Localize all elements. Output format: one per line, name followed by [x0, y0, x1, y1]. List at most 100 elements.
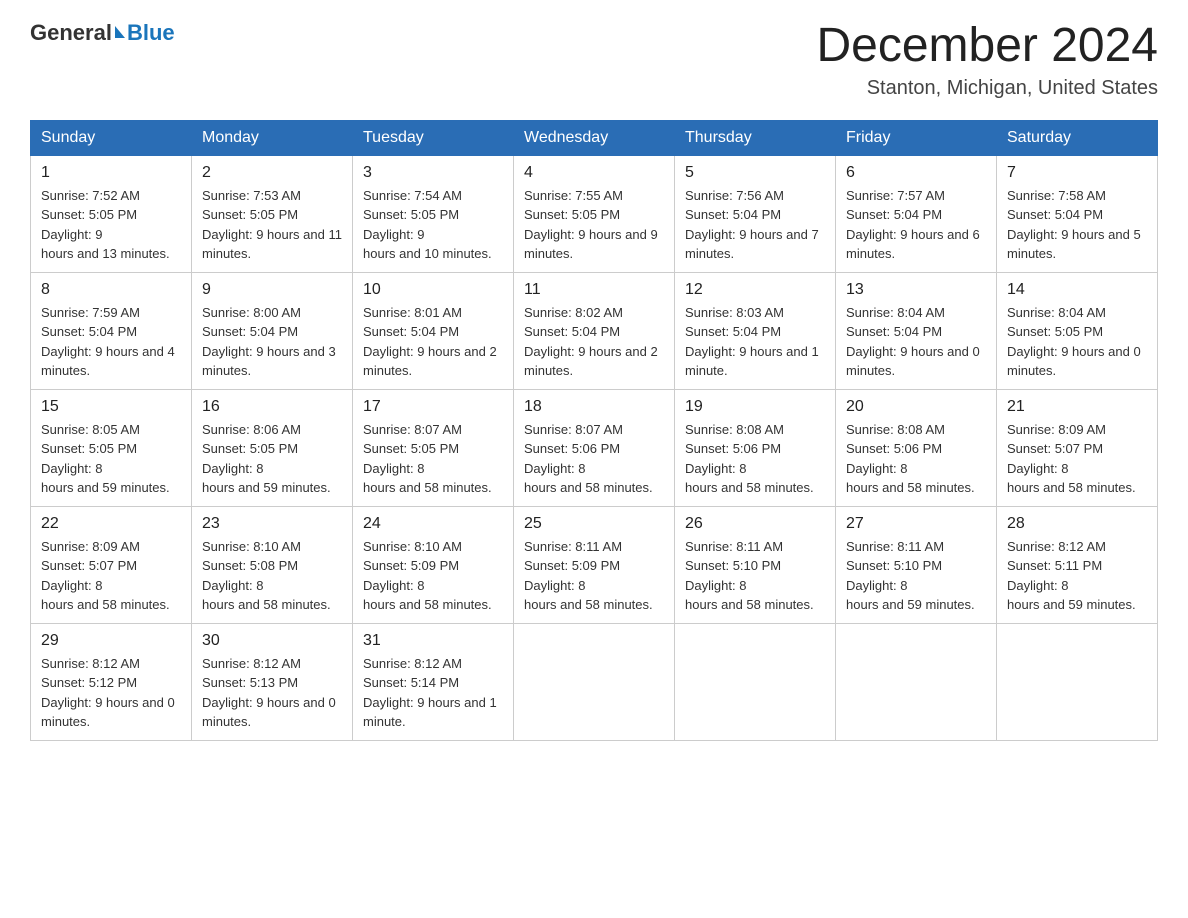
- day-number: 2: [202, 164, 342, 182]
- day-number: 4: [524, 164, 664, 182]
- calendar-cell: 7 Sunrise: 7:58 AM Sunset: 5:04 PM Dayli…: [997, 155, 1158, 272]
- day-number: 22: [41, 515, 181, 533]
- day-number: 8: [41, 281, 181, 299]
- day-number: 3: [363, 164, 503, 182]
- week-row-4: 22 Sunrise: 8:09 AM Sunset: 5:07 PM Dayl…: [31, 506, 1158, 623]
- day-number: 7: [1007, 164, 1147, 182]
- day-info: Sunrise: 8:12 AM Sunset: 5:13 PM Dayligh…: [202, 654, 342, 732]
- day-info: Sunrise: 8:04 AM Sunset: 5:04 PM Dayligh…: [846, 303, 986, 381]
- location-subtitle: Stanton, Michigan, United States: [816, 77, 1158, 100]
- day-number: 28: [1007, 515, 1147, 533]
- calendar-cell: 6 Sunrise: 7:57 AM Sunset: 5:04 PM Dayli…: [836, 155, 997, 272]
- calendar-cell: 1 Sunrise: 7:52 AM Sunset: 5:05 PM Dayli…: [31, 155, 192, 272]
- calendar-cell: 16 Sunrise: 8:06 AM Sunset: 5:05 PM Dayl…: [192, 389, 353, 506]
- day-info: Sunrise: 7:54 AM Sunset: 5:05 PM Dayligh…: [363, 186, 503, 264]
- calendar-cell: 23 Sunrise: 8:10 AM Sunset: 5:08 PM Dayl…: [192, 506, 353, 623]
- day-info: Sunrise: 8:02 AM Sunset: 5:04 PM Dayligh…: [524, 303, 664, 381]
- day-info: Sunrise: 8:09 AM Sunset: 5:07 PM Dayligh…: [41, 537, 181, 615]
- calendar-cell: 31 Sunrise: 8:12 AM Sunset: 5:14 PM Dayl…: [353, 623, 514, 740]
- day-number: 12: [685, 281, 825, 299]
- day-number: 11: [524, 281, 664, 299]
- day-info: Sunrise: 7:52 AM Sunset: 5:05 PM Dayligh…: [41, 186, 181, 264]
- day-info: Sunrise: 8:07 AM Sunset: 5:06 PM Dayligh…: [524, 420, 664, 498]
- col-thursday: Thursday: [675, 120, 836, 155]
- calendar-cell: 25 Sunrise: 8:11 AM Sunset: 5:09 PM Dayl…: [514, 506, 675, 623]
- calendar-table: Sunday Monday Tuesday Wednesday Thursday…: [30, 120, 1158, 741]
- calendar-cell: [836, 623, 997, 740]
- week-row-5: 29 Sunrise: 8:12 AM Sunset: 5:12 PM Dayl…: [31, 623, 1158, 740]
- calendar-cell: [997, 623, 1158, 740]
- day-number: 9: [202, 281, 342, 299]
- week-row-1: 1 Sunrise: 7:52 AM Sunset: 5:05 PM Dayli…: [31, 155, 1158, 272]
- logo-general-text: General: [30, 20, 112, 46]
- day-info: Sunrise: 8:12 AM Sunset: 5:11 PM Dayligh…: [1007, 537, 1147, 615]
- calendar-cell: 9 Sunrise: 8:00 AM Sunset: 5:04 PM Dayli…: [192, 272, 353, 389]
- calendar-cell: 13 Sunrise: 8:04 AM Sunset: 5:04 PM Dayl…: [836, 272, 997, 389]
- day-number: 26: [685, 515, 825, 533]
- col-wednesday: Wednesday: [514, 120, 675, 155]
- day-info: Sunrise: 8:00 AM Sunset: 5:04 PM Dayligh…: [202, 303, 342, 381]
- col-friday: Friday: [836, 120, 997, 155]
- calendar-cell: 22 Sunrise: 8:09 AM Sunset: 5:07 PM Dayl…: [31, 506, 192, 623]
- day-number: 24: [363, 515, 503, 533]
- day-number: 23: [202, 515, 342, 533]
- day-info: Sunrise: 8:07 AM Sunset: 5:05 PM Dayligh…: [363, 420, 503, 498]
- day-number: 17: [363, 398, 503, 416]
- week-row-2: 8 Sunrise: 7:59 AM Sunset: 5:04 PM Dayli…: [31, 272, 1158, 389]
- day-info: Sunrise: 7:53 AM Sunset: 5:05 PM Dayligh…: [202, 186, 342, 264]
- calendar-cell: 24 Sunrise: 8:10 AM Sunset: 5:09 PM Dayl…: [353, 506, 514, 623]
- calendar-cell: 19 Sunrise: 8:08 AM Sunset: 5:06 PM Dayl…: [675, 389, 836, 506]
- day-info: Sunrise: 7:56 AM Sunset: 5:04 PM Dayligh…: [685, 186, 825, 264]
- title-area: December 2024 Stanton, Michigan, United …: [816, 20, 1158, 100]
- day-info: Sunrise: 8:06 AM Sunset: 5:05 PM Dayligh…: [202, 420, 342, 498]
- day-number: 21: [1007, 398, 1147, 416]
- day-number: 13: [846, 281, 986, 299]
- day-number: 10: [363, 281, 503, 299]
- calendar-cell: 30 Sunrise: 8:12 AM Sunset: 5:13 PM Dayl…: [192, 623, 353, 740]
- week-row-3: 15 Sunrise: 8:05 AM Sunset: 5:05 PM Dayl…: [31, 389, 1158, 506]
- day-info: Sunrise: 8:04 AM Sunset: 5:05 PM Dayligh…: [1007, 303, 1147, 381]
- day-info: Sunrise: 8:08 AM Sunset: 5:06 PM Dayligh…: [685, 420, 825, 498]
- day-number: 25: [524, 515, 664, 533]
- calendar-cell: 2 Sunrise: 7:53 AM Sunset: 5:05 PM Dayli…: [192, 155, 353, 272]
- calendar-cell: 8 Sunrise: 7:59 AM Sunset: 5:04 PM Dayli…: [31, 272, 192, 389]
- day-info: Sunrise: 8:10 AM Sunset: 5:09 PM Dayligh…: [363, 537, 503, 615]
- day-number: 30: [202, 632, 342, 650]
- calendar-cell: 3 Sunrise: 7:54 AM Sunset: 5:05 PM Dayli…: [353, 155, 514, 272]
- logo-blue-text: Blue: [127, 20, 175, 46]
- day-number: 27: [846, 515, 986, 533]
- day-info: Sunrise: 8:03 AM Sunset: 5:04 PM Dayligh…: [685, 303, 825, 381]
- calendar-cell: 15 Sunrise: 8:05 AM Sunset: 5:05 PM Dayl…: [31, 389, 192, 506]
- col-tuesday: Tuesday: [353, 120, 514, 155]
- calendar-cell: 5 Sunrise: 7:56 AM Sunset: 5:04 PM Dayli…: [675, 155, 836, 272]
- calendar-cell: 28 Sunrise: 8:12 AM Sunset: 5:11 PM Dayl…: [997, 506, 1158, 623]
- calendar-cell: 11 Sunrise: 8:02 AM Sunset: 5:04 PM Dayl…: [514, 272, 675, 389]
- col-monday: Monday: [192, 120, 353, 155]
- calendar-cell: 14 Sunrise: 8:04 AM Sunset: 5:05 PM Dayl…: [997, 272, 1158, 389]
- logo: General Blue: [30, 20, 175, 46]
- day-info: Sunrise: 8:05 AM Sunset: 5:05 PM Dayligh…: [41, 420, 181, 498]
- calendar-cell: 27 Sunrise: 8:11 AM Sunset: 5:10 PM Dayl…: [836, 506, 997, 623]
- calendar-cell: 26 Sunrise: 8:11 AM Sunset: 5:10 PM Dayl…: [675, 506, 836, 623]
- day-number: 20: [846, 398, 986, 416]
- day-info: Sunrise: 8:11 AM Sunset: 5:10 PM Dayligh…: [685, 537, 825, 615]
- col-saturday: Saturday: [997, 120, 1158, 155]
- calendar-cell: 17 Sunrise: 8:07 AM Sunset: 5:05 PM Dayl…: [353, 389, 514, 506]
- day-info: Sunrise: 8:12 AM Sunset: 5:14 PM Dayligh…: [363, 654, 503, 732]
- day-number: 18: [524, 398, 664, 416]
- calendar-cell: 29 Sunrise: 8:12 AM Sunset: 5:12 PM Dayl…: [31, 623, 192, 740]
- day-info: Sunrise: 8:10 AM Sunset: 5:08 PM Dayligh…: [202, 537, 342, 615]
- day-info: Sunrise: 7:55 AM Sunset: 5:05 PM Dayligh…: [524, 186, 664, 264]
- day-number: 31: [363, 632, 503, 650]
- day-number: 15: [41, 398, 181, 416]
- header-row: Sunday Monday Tuesday Wednesday Thursday…: [31, 120, 1158, 155]
- day-info: Sunrise: 8:08 AM Sunset: 5:06 PM Dayligh…: [846, 420, 986, 498]
- month-year-title: December 2024: [816, 20, 1158, 73]
- calendar-cell: 12 Sunrise: 8:03 AM Sunset: 5:04 PM Dayl…: [675, 272, 836, 389]
- calendar-header: Sunday Monday Tuesday Wednesday Thursday…: [31, 120, 1158, 155]
- day-number: 14: [1007, 281, 1147, 299]
- day-info: Sunrise: 8:12 AM Sunset: 5:12 PM Dayligh…: [41, 654, 181, 732]
- day-info: Sunrise: 8:09 AM Sunset: 5:07 PM Dayligh…: [1007, 420, 1147, 498]
- day-number: 29: [41, 632, 181, 650]
- calendar-cell: 20 Sunrise: 8:08 AM Sunset: 5:06 PM Dayl…: [836, 389, 997, 506]
